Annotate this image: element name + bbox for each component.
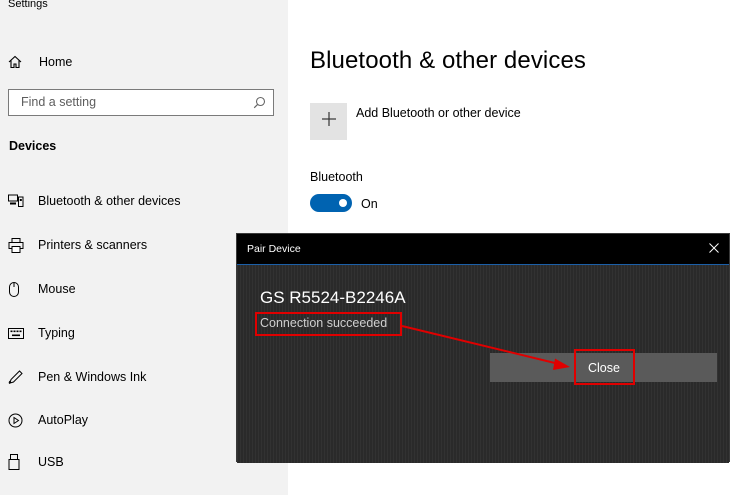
sidebar-item-typing[interactable]: Typing [8, 323, 75, 343]
sidebar-item-label: Mouse [38, 282, 76, 296]
bluetooth-label: Bluetooth [310, 170, 363, 184]
printer-icon [8, 237, 30, 253]
close-highlight-box [574, 349, 635, 385]
mouse-icon [8, 281, 30, 297]
plus-icon [321, 111, 337, 132]
dialog-close-button[interactable] [703, 238, 725, 260]
toggle-knob [339, 199, 347, 207]
section-heading-devices: Devices [9, 139, 57, 153]
home-icon [8, 55, 30, 69]
add-device-label[interactable]: Add Bluetooth or other device [356, 106, 521, 120]
sidebar-item-label: Pen & Windows Ink [38, 370, 147, 384]
autoplay-icon [8, 413, 30, 428]
search-input[interactable] [21, 95, 246, 109]
sidebar-item-label: AutoPlay [38, 413, 89, 427]
device-name: GS R5524-B2246A [260, 288, 406, 307]
dialog-titlebar: Pair Device [237, 234, 729, 264]
dialog-title: Pair Device [247, 243, 301, 255]
toggle-state-label: On [361, 197, 378, 211]
sidebar-item-bluetooth[interactable]: Bluetooth & other devices [8, 191, 180, 211]
home-label: Home [39, 55, 73, 69]
search-icon[interactable] [253, 96, 266, 114]
sidebar-item-label: Typing [38, 326, 75, 340]
search-field[interactable] [8, 89, 274, 116]
sidebar-item-pen[interactable]: Pen & Windows Ink [8, 367, 146, 387]
bluetooth-toggle[interactable] [310, 194, 352, 212]
keyboard-icon [8, 327, 30, 339]
usb-icon [8, 454, 30, 470]
pen-icon [8, 369, 30, 385]
add-device-button[interactable] [310, 103, 347, 140]
sidebar-item-label: USB [38, 455, 64, 469]
sidebar-item-label: Bluetooth & other devices [38, 194, 181, 208]
bluetooth-devices-icon [8, 194, 30, 208]
pair-device-dialog: Pair Device GS R5524-B2246A Connection s… [236, 233, 730, 463]
sidebar-item-label: Printers & scanners [38, 238, 148, 252]
page-title: Bluetooth & other devices [310, 47, 587, 74]
window-title: Settings [8, 0, 48, 10]
status-highlight-box [255, 312, 402, 336]
sidebar-item-usb[interactable]: USB [8, 452, 64, 472]
sidebar-item-home[interactable]: Home [8, 52, 72, 72]
close-icon [709, 240, 719, 258]
sidebar-item-printers[interactable]: Printers & scanners [8, 235, 147, 255]
sidebar-item-autoplay[interactable]: AutoPlay [8, 410, 88, 430]
sidebar-item-mouse[interactable]: Mouse [8, 279, 76, 299]
